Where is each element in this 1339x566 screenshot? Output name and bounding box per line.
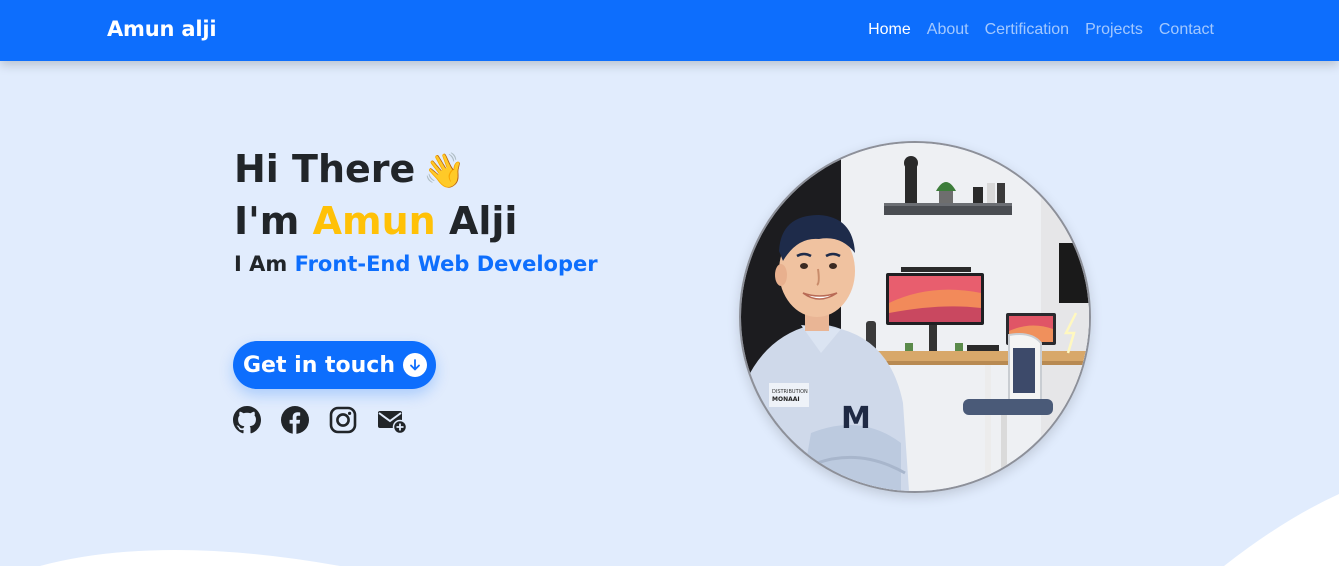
greeting-heading: Hi There 👋 <box>234 144 598 196</box>
instagram-icon[interactable] <box>329 406 357 434</box>
first-name: Amun <box>312 199 436 243</box>
wave-hand-icon: 👋 <box>423 151 466 191</box>
shirt-badge-line1: DISTRIBUTION <box>772 389 808 395</box>
role-prefix: I Am <box>234 252 288 276</box>
facebook-icon[interactable] <box>281 406 309 434</box>
name-heading: I'm Amun Alji <box>234 196 598 246</box>
decorative-wave-left <box>40 550 340 566</box>
brand-logo[interactable]: Amun alji <box>107 17 217 41</box>
nav-links: Home About Certification Projects Contac… <box>868 21 1214 39</box>
navbar: Amun alji Home About Certification Proje… <box>0 0 1339 61</box>
shirt-chest-logo: M <box>841 401 871 436</box>
role-title: Front-End Web Developer <box>294 252 598 276</box>
decorative-wave-right <box>1224 494 1339 566</box>
nav-certification[interactable]: Certification <box>985 21 1069 39</box>
nav-about[interactable]: About <box>927 21 969 39</box>
nav-projects[interactable]: Projects <box>1085 21 1143 39</box>
mail-icon[interactable] <box>377 406 408 435</box>
github-icon[interactable] <box>233 406 261 434</box>
profile-avatar: DISTRIBUTION MONAAI M <box>739 141 1091 493</box>
social-links <box>233 406 408 435</box>
role-heading: I Am Front-End Web Developer <box>234 252 598 276</box>
im-prefix: I'm <box>234 199 300 243</box>
get-in-touch-button[interactable]: Get in touch <box>233 341 437 389</box>
shirt-badge-line2: MONAAI <box>772 396 800 403</box>
get-in-touch-label: Get in touch <box>243 352 396 378</box>
nav-contact[interactable]: Contact <box>1159 21 1214 39</box>
greeting-text: Hi There <box>234 147 416 191</box>
nav-home[interactable]: Home <box>868 21 911 39</box>
hero-intro: Hi There 👋 I'm Amun Alji I Am Front-End W… <box>234 144 598 276</box>
last-name: Alji <box>448 199 518 243</box>
arrow-down-circle-icon <box>403 353 428 377</box>
